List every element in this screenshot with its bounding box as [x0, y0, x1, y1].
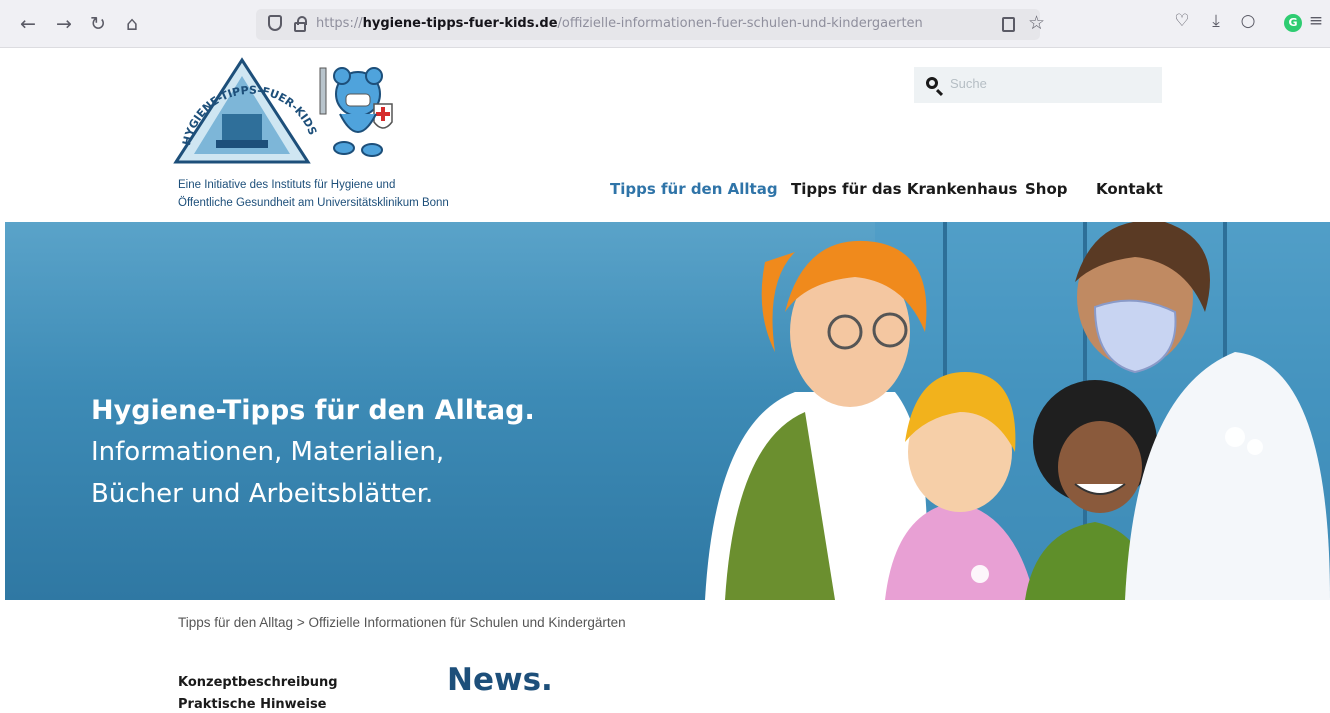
- url-bar[interactable]: https://hygiene-tipps-fuer-kids.de/offiz…: [256, 9, 1045, 40]
- forward-icon[interactable]: →: [52, 12, 76, 36]
- shield-icon[interactable]: [268, 15, 282, 31]
- download-icon[interactable]: ⤓: [1204, 11, 1228, 31]
- reload-icon[interactable]: ↻: [86, 12, 110, 36]
- nav-item-tipps-krankenhaus[interactable]: Tipps für das Krankenhaus: [791, 180, 1018, 198]
- search-icon: [926, 77, 938, 89]
- pocket-icon[interactable]: ♡: [1170, 11, 1194, 31]
- lock-icon[interactable]: [294, 16, 307, 32]
- browser-toolbar: ← → ↻ ⌂ https://hygiene-tipps-fuer-kids.…: [0, 0, 1330, 48]
- search-placeholder: Suche: [950, 76, 987, 91]
- extension-icon[interactable]: ○: [1236, 11, 1260, 31]
- site-logo[interactable]: HYGIENE-TIPPS-FUER-KIDS.DE: [167, 44, 442, 172]
- sidebar-item-praktische-hinweise[interactable]: Praktische Hinweise: [178, 697, 327, 712]
- tagline-line-2: Öffentliche Gesundheit am Universitätskl…: [178, 197, 449, 209]
- nav-item-shop[interactable]: Shop: [1025, 180, 1068, 198]
- nav-item-kontakt[interactable]: Kontakt: [1096, 180, 1163, 198]
- bookmark-star-icon[interactable]: ☆: [1028, 12, 1045, 34]
- reader-view-icon[interactable]: [1002, 17, 1015, 32]
- menu-icon[interactable]: ≡: [1304, 11, 1328, 31]
- hero-banner: Hygiene-Tipps für den Alltag. Informatio…: [5, 222, 1330, 600]
- hero-title: Hygiene-Tipps für den Alltag.: [91, 395, 535, 426]
- nav-item-tipps-alltag[interactable]: Tipps für den Alltag: [610, 180, 778, 198]
- logo-graphic: HYGIENE-TIPPS-FUER-KIDS.DE: [167, 44, 393, 164]
- tagline-line-1: Eine Initiative des Instituts für Hygien…: [178, 179, 396, 191]
- tagline: Eine Initiative des Instituts für Hygien…: [178, 176, 449, 212]
- hero-subtitle-line-2: Bücher und Arbeitsblätter.: [91, 479, 434, 509]
- back-icon[interactable]: ←: [16, 12, 40, 36]
- url-text[interactable]: https://hygiene-tipps-fuer-kids.de/offiz…: [316, 16, 923, 31]
- hero-subtitle-line-1: Informationen, Materialien,: [91, 437, 445, 467]
- sidebar-item-konzeptbeschreibung[interactable]: Konzeptbeschreibung: [178, 675, 338, 690]
- breadcrumb[interactable]: Tipps für den Alltag > Offizielle Inform…: [178, 615, 626, 630]
- home-icon[interactable]: ⌂: [120, 12, 144, 36]
- search-input[interactable]: Suche: [914, 67, 1162, 103]
- profile-icon[interactable]: G: [1284, 14, 1302, 32]
- page-heading: News.: [447, 662, 553, 698]
